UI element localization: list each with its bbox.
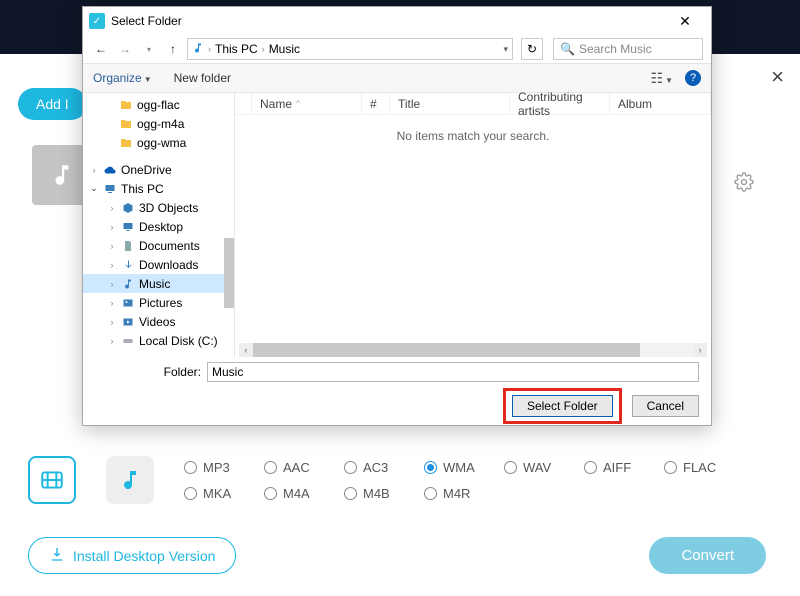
tree-item-onedrive[interactable]: ›OneDrive	[83, 160, 234, 179]
tree-item-local-disk-c-[interactable]: ›Local Disk (C:)	[83, 331, 234, 350]
app-icon: ✓	[89, 13, 105, 29]
radio-icon	[344, 461, 357, 474]
empty-message: No items match your search.	[235, 129, 711, 143]
tree-item-this-pc[interactable]: ⌄This PC	[83, 179, 234, 198]
format-aac[interactable]: AAC	[264, 460, 344, 475]
down-icon	[121, 259, 135, 271]
folder-icon	[119, 137, 133, 149]
radio-icon	[504, 461, 517, 474]
help-icon[interactable]: ?	[685, 70, 701, 86]
back-icon[interactable]: ←	[91, 39, 111, 59]
format-m4r[interactable]: M4R	[424, 486, 504, 501]
radio-icon	[184, 487, 197, 500]
folder-label: Folder:	[95, 365, 201, 379]
disk-icon	[121, 335, 135, 347]
up-icon[interactable]: ↑	[163, 39, 183, 59]
install-desktop-button[interactable]: Install Desktop Version	[28, 537, 236, 574]
format-wav[interactable]: WAV	[504, 460, 584, 475]
folder-icon	[119, 99, 133, 111]
select-folder-button[interactable]: Select Folder	[512, 395, 613, 417]
format-wma[interactable]: WMA	[424, 460, 504, 475]
tree-item-documents[interactable]: ›Documents	[83, 236, 234, 255]
cancel-button[interactable]: Cancel	[632, 395, 699, 417]
folder-input[interactable]	[207, 362, 699, 382]
close-icon[interactable]: ×	[771, 64, 784, 90]
convert-button[interactable]: Convert	[649, 537, 766, 574]
tree-item-ogg-wma[interactable]: ogg-wma	[83, 133, 234, 152]
folder-tree: ogg-flacogg-m4aogg-wma›OneDrive⌄This PC›…	[83, 93, 235, 357]
folder-icon	[119, 118, 133, 130]
video-icon[interactable]	[28, 456, 76, 504]
refresh-icon[interactable]: ↻	[521, 38, 543, 60]
col-album[interactable]: Album	[610, 93, 711, 114]
radio-icon	[264, 487, 277, 500]
search-input[interactable]: 🔍 Search Music	[553, 38, 703, 60]
breadcrumb-current[interactable]: Music	[269, 42, 300, 56]
breadcrumb-root[interactable]: This PC	[215, 42, 258, 56]
new-folder-button[interactable]: New folder	[174, 71, 231, 85]
col-artists[interactable]: Contributing artists	[510, 93, 610, 114]
dialog-title: Select Folder	[111, 14, 665, 28]
format-ac3[interactable]: AC3	[344, 460, 424, 475]
organize-menu[interactable]: Organize▼	[93, 71, 152, 85]
add-button[interactable]: Add I	[18, 88, 87, 120]
search-icon: 🔍	[560, 42, 575, 56]
format-m4b[interactable]: M4B	[344, 486, 424, 501]
radio-icon	[664, 461, 677, 474]
chevron-down-icon[interactable]: ▾	[139, 39, 159, 59]
tree-item-music[interactable]: ›Music	[83, 274, 234, 293]
select-folder-dialog: ✓ Select Folder ✕ ← → ▾ ↑ › This PC › Mu…	[82, 6, 712, 426]
file-list: Name^ # Title Contributing artists Album…	[235, 93, 711, 357]
3d-icon	[121, 202, 135, 214]
format-mka[interactable]: MKA	[184, 486, 264, 501]
forward-icon[interactable]: →	[115, 39, 135, 59]
col-num[interactable]: #	[362, 93, 390, 114]
desktop-icon	[121, 221, 135, 233]
pc-icon	[103, 183, 117, 195]
close-icon[interactable]: ✕	[665, 13, 705, 30]
download-icon	[49, 546, 65, 565]
chevron-down-icon[interactable]: ▾	[503, 44, 508, 55]
format-flac[interactable]: FLAC	[664, 460, 744, 475]
radio-icon	[584, 461, 597, 474]
gear-icon[interactable]	[734, 172, 754, 197]
tree-scrollbar[interactable]	[224, 238, 234, 308]
tree-item-3d-objects[interactable]: ›3D Objects	[83, 198, 234, 217]
horizontal-scrollbar[interactable]: ‹›	[239, 343, 707, 357]
tree-item-pictures[interactable]: ›Pictures	[83, 293, 234, 312]
tree-item-desktop[interactable]: ›Desktop	[83, 217, 234, 236]
radio-icon	[344, 487, 357, 500]
audio-icon[interactable]	[106, 456, 154, 504]
radio-icon	[424, 487, 437, 500]
col-title[interactable]: Title	[390, 93, 510, 114]
docs-icon	[121, 240, 135, 252]
radio-icon	[184, 461, 197, 474]
vids-icon	[121, 316, 135, 328]
col-name[interactable]: Name^	[252, 93, 362, 114]
cloud-icon	[103, 164, 117, 176]
format-aiff[interactable]: AIFF	[584, 460, 664, 475]
pics-icon	[121, 297, 135, 309]
radio-icon	[264, 461, 277, 474]
format-mp3[interactable]: MP3	[184, 460, 264, 475]
music-icon	[121, 278, 135, 290]
tree-item-ogg-flac[interactable]: ogg-flac	[83, 95, 234, 114]
highlight-box: Select Folder	[503, 388, 622, 424]
format-m4a[interactable]: M4A	[264, 486, 344, 501]
tree-item-videos[interactable]: ›Videos	[83, 312, 234, 331]
breadcrumb[interactable]: › This PC › Music ▾	[187, 38, 513, 60]
music-icon	[192, 42, 204, 57]
tree-item-downloads[interactable]: ›Downloads	[83, 255, 234, 274]
tree-item-ogg-m4a[interactable]: ogg-m4a	[83, 114, 234, 133]
radio-icon	[424, 461, 437, 474]
view-icon[interactable]: ☷▼	[651, 70, 673, 87]
